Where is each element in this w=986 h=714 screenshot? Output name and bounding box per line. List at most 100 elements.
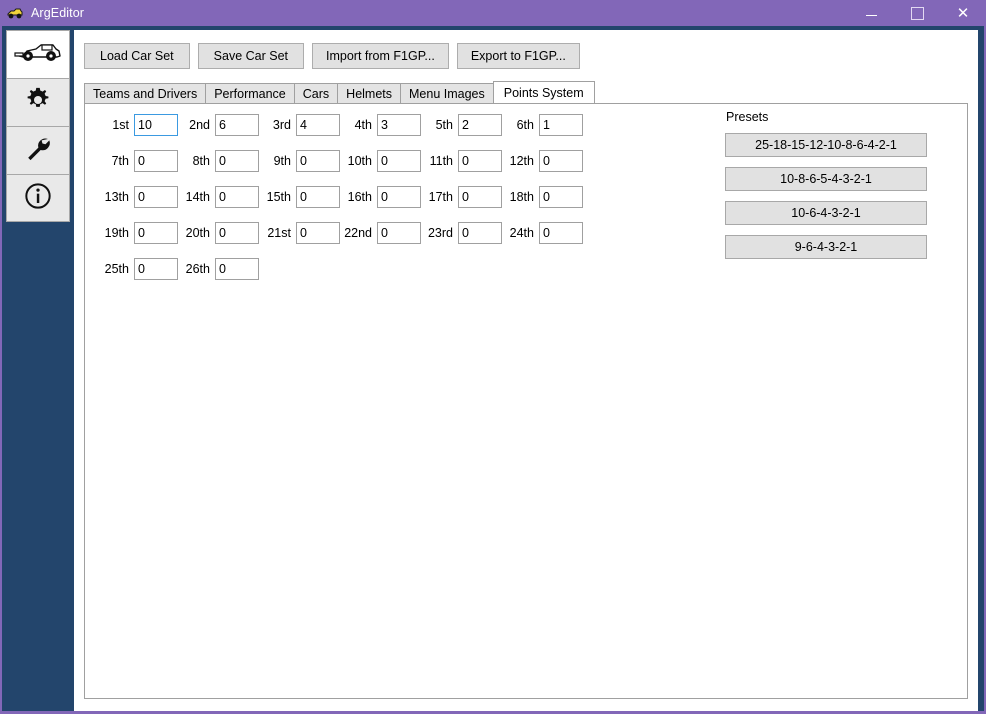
sidebar-item-settings[interactable] [6,78,70,126]
points-input-6th[interactable] [539,114,583,136]
points-input-15th[interactable] [296,186,340,208]
points-input-12th[interactable] [539,150,583,172]
points-label-22nd: 22nd [344,226,372,240]
points-cell-21st: 21st [259,222,340,244]
sidebar-item-tools[interactable] [6,126,70,174]
points-input-17th[interactable] [458,186,502,208]
points-label-8th: 8th [192,154,210,168]
points-cell-14th: 14th [178,186,259,208]
points-input-3rd[interactable] [296,114,340,136]
points-cell-18th: 18th [502,186,583,208]
points-cell-8th: 8th [178,150,259,172]
toolbar: Load Car Set Save Car Set Import from F1… [74,40,978,69]
tab-menu-images[interactable]: Menu Images [400,83,494,103]
points-cell-19th: 19th [97,222,178,244]
points-grid: 1st 2nd 3rd 4th 5th 6th 7th 8th 9th 10th 11th 12th 1… [97,114,707,294]
points-label-19th: 19th [104,226,129,240]
wrench-icon [24,134,52,167]
points-input-8th[interactable] [215,150,259,172]
points-label-26th: 26th [185,262,210,276]
points-label-11th: 11th [429,154,453,168]
close-button[interactable]: ✕ [940,0,986,26]
points-input-1st[interactable] [134,114,178,136]
points-row: 25th 26th [97,258,707,294]
tab-cars[interactable]: Cars [293,83,339,103]
points-input-16th[interactable] [377,186,421,208]
points-input-14th[interactable] [215,186,259,208]
points-label-13th: 13th [104,190,129,204]
window-title: ArgEditor [31,6,85,20]
preset-button-3[interactable]: 10-6-4-3-2-1 [725,201,927,225]
minimize-button[interactable] [848,0,894,26]
sidebar-item-about[interactable] [6,174,70,222]
points-label-2nd: 2nd [189,118,210,132]
points-input-25th[interactable] [134,258,178,280]
points-cell-11th: 11th [421,150,502,172]
sidebar-item-car-set[interactable] [6,30,70,78]
maximize-button[interactable] [894,0,940,26]
points-label-3rd: 3rd [272,118,291,132]
points-label-21st: 21st [267,226,291,240]
window-controls: ✕ [848,0,986,26]
points-input-23rd[interactable] [458,222,502,244]
points-input-10th[interactable] [377,150,421,172]
points-input-4th[interactable] [377,114,421,136]
import-from-f1gp-button[interactable]: Import from F1GP... [312,43,449,69]
points-cell-10th: 10th [340,150,421,172]
preset-button-4[interactable]: 9-6-4-3-2-1 [725,235,927,259]
preset-button-1[interactable]: 25-18-15-12-10-8-6-4-2-1 [725,133,927,157]
points-label-16th: 16th [347,190,372,204]
points-label-25th: 25th [104,262,129,276]
points-cell-9th: 9th [259,150,340,172]
points-input-13th[interactable] [134,186,178,208]
race-car-icon [13,37,63,72]
load-car-set-button[interactable]: Load Car Set [84,43,190,69]
race-car-icon [7,5,23,21]
export-to-f1gp-button[interactable]: Export to F1GP... [456,43,580,69]
points-input-9th[interactable] [296,150,340,172]
points-label-23rd: 23rd [427,226,453,240]
points-cell-12th: 12th [502,150,583,172]
points-row: 7th 8th 9th 10th 11th 12th [97,150,707,186]
points-input-26th[interactable] [215,258,259,280]
points-cell-17th: 17th [421,186,502,208]
points-label-5th: 5th [435,118,453,132]
points-input-19th[interactable] [134,222,178,244]
points-label-6th: 6th [516,118,534,132]
tab-helmets[interactable]: Helmets [337,83,402,103]
points-cell-25th: 25th [97,258,178,280]
save-car-set-button[interactable]: Save Car Set [197,43,305,69]
tab-performance[interactable]: Performance [205,83,295,103]
points-input-7th[interactable] [134,150,178,172]
points-input-24th[interactable] [539,222,583,244]
tab-teams-and-drivers[interactable]: Teams and Drivers [84,83,207,103]
main-content: Load Car Set Save Car Set Import from F1… [74,30,978,711]
presets-title: Presets [726,110,769,124]
points-input-20th[interactable] [215,222,259,244]
tab-strip: Teams and Drivers Performance Cars Helme… [74,81,978,103]
points-cell-1st: 1st [97,114,178,136]
points-label-1st: 1st [112,118,129,132]
sidebar [2,26,74,714]
points-label-14th: 14th [185,190,210,204]
points-cell-3rd: 3rd [259,114,340,136]
points-input-5th[interactable] [458,114,502,136]
title-bar: ArgEditor ✕ [0,0,986,26]
points-cell-22nd: 22nd [340,222,421,244]
points-cell-23rd: 23rd [421,222,502,244]
points-cell-26th: 26th [178,258,259,280]
points-system-panel: 1st 2nd 3rd 4th 5th 6th 7th 8th 9th 10th 11th 12th 1… [84,103,968,699]
points-cell-6th: 6th [502,114,583,136]
points-input-2nd[interactable] [215,114,259,136]
points-input-11th[interactable] [458,150,502,172]
points-cell-2nd: 2nd [178,114,259,136]
tab-points-system[interactable]: Points System [492,81,595,103]
points-input-18th[interactable] [539,186,583,208]
points-input-22nd[interactable] [377,222,421,244]
preset-button-2[interactable]: 10-8-6-5-4-3-2-1 [725,167,927,191]
points-label-7th: 7th [111,154,129,168]
points-input-21st[interactable] [296,222,340,244]
points-label-24th: 24th [509,226,534,240]
window-body: Load Car Set Save Car Set Import from F1… [0,26,986,714]
points-cell-16th: 16th [340,186,421,208]
